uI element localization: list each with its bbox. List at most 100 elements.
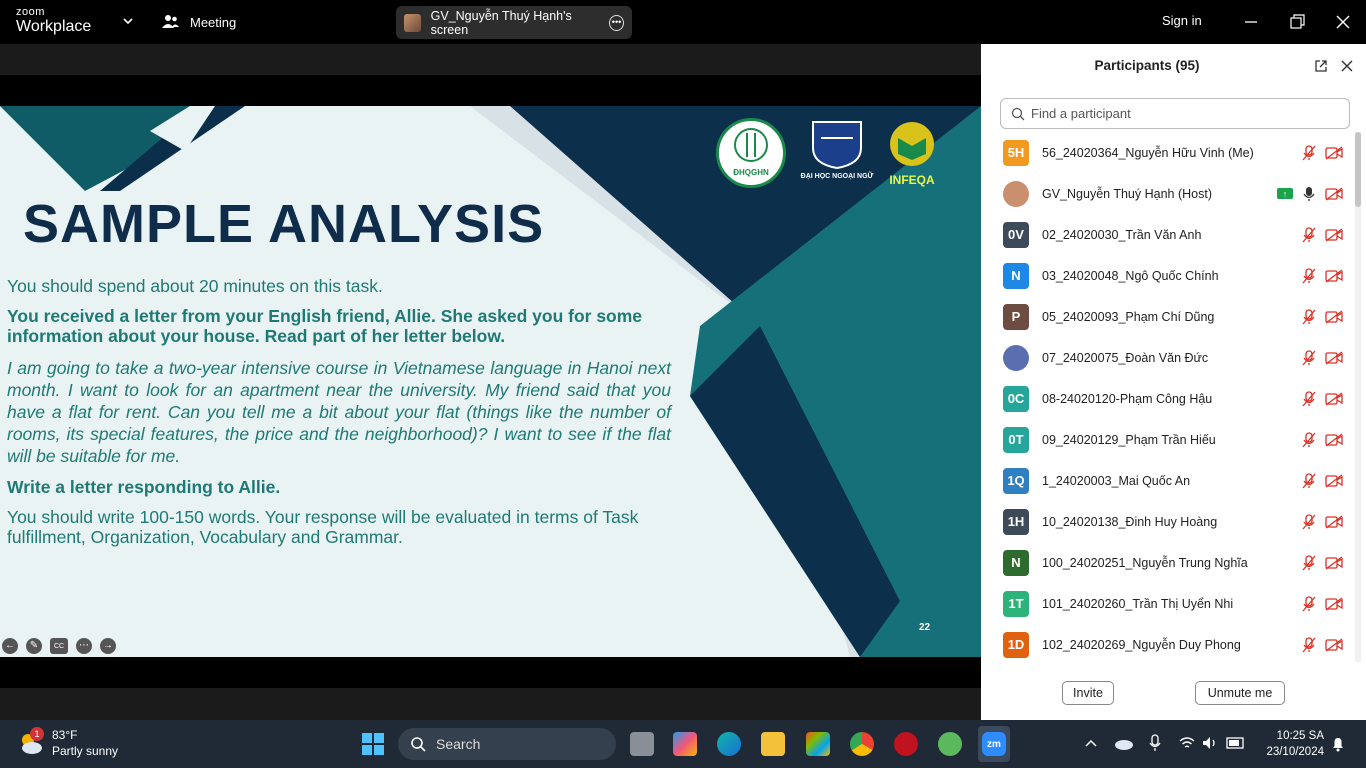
infeqa-logo-text: INFEQA	[889, 173, 935, 187]
participant-name: 02_24020030_Trần Văn Anh	[1042, 227, 1202, 242]
next-slide-icon[interactable]: →	[100, 638, 116, 654]
participant-avatar: 1Q	[1003, 467, 1029, 494]
taskbar-search[interactable]: Search	[398, 728, 616, 760]
invite-button[interactable]: Invite	[1062, 681, 1114, 705]
notification-bell-icon[interactable]	[1331, 736, 1345, 752]
meeting-menu[interactable]: Meeting	[162, 12, 236, 32]
participant-row[interactable]: P 05_24020093_Phạm Chí Dũng	[981, 296, 1353, 337]
microphone-muted-icon	[1302, 636, 1316, 653]
video-off-icon	[1325, 637, 1343, 652]
microphone-muted-icon	[1302, 513, 1316, 530]
security-app-icon[interactable]	[894, 732, 918, 756]
participant-row[interactable]: 1Q 1_24020003_Mai Quốc An	[981, 460, 1353, 501]
participant-name: 03_24020048_Ngô Quốc Chính	[1042, 268, 1219, 283]
screen-sharing-icon: ↑	[1277, 188, 1293, 199]
close-panel-icon[interactable]	[1339, 58, 1355, 74]
scrollbar-thumb[interactable]	[1355, 132, 1361, 207]
ulis-logo: ĐẠI HỌC NGOẠI NGỮ	[800, 118, 874, 190]
participant-row[interactable]: GV_Nguyễn Thuý Hạnh (Host) ↑	[981, 173, 1353, 214]
onedrive-icon[interactable]	[1114, 736, 1134, 750]
chrome-icon[interactable]	[850, 732, 874, 756]
participant-search-input[interactable]: Find a participant	[1000, 98, 1350, 129]
participant-avatar: 0T	[1003, 426, 1029, 453]
infeqa-book-icon	[890, 122, 934, 166]
screen-share-pill[interactable]: GV_Nguyễn Thuý Hạnh's screen •••	[396, 6, 632, 39]
wifi-icon[interactable]	[1179, 736, 1195, 750]
participant-name: 102_24020269_Nguyễn Duy Phong	[1042, 637, 1241, 652]
zoom-taskbar-button[interactable]: zm	[978, 726, 1010, 762]
participant-avatar: 1H	[1003, 508, 1029, 535]
copilot-icon[interactable]	[673, 732, 697, 756]
battery-icon[interactable]	[1226, 736, 1246, 750]
microphone-icon[interactable]	[1149, 734, 1161, 752]
people-icon	[162, 15, 179, 28]
vnu-emblem-icon	[734, 128, 768, 162]
word-count-instruction: You should write 100-150 words. Your res…	[7, 507, 639, 547]
close-window-icon[interactable]	[1331, 10, 1355, 34]
participants-title: Participants (95)	[1094, 58, 1200, 73]
clock-date: 23/10/2024	[1266, 746, 1324, 758]
weather-widget[interactable]: 1 83°F Partly sunny	[18, 727, 118, 759]
zoom-workplace-logo[interactable]: zoom Workplace	[16, 7, 91, 35]
system-clock[interactable]: 10:25 SA 23/10/2024	[1258, 728, 1324, 760]
search-icon	[411, 737, 426, 752]
sign-in-link[interactable]: Sign in	[1162, 13, 1202, 28]
chevron-down-icon[interactable]	[121, 14, 135, 28]
shared-screen-area: SAMPLE ANALYSIS You should spend about 2…	[0, 44, 981, 720]
speaker-icon[interactable]	[1202, 736, 1218, 750]
participant-row[interactable]: 07_24020075_Đoàn Văn Đức	[981, 337, 1353, 378]
participant-row[interactable]: 0V 02_24020030_Trần Văn Anh	[981, 214, 1353, 255]
video-off-icon	[1325, 350, 1343, 365]
video-off-icon	[1325, 596, 1343, 611]
video-off-icon	[1325, 145, 1343, 160]
participant-name: 09_24020129_Phạm Trần Hiếu	[1042, 432, 1216, 447]
microphone-muted-icon	[1302, 390, 1316, 407]
participant-name: 56_24020364_Nguyễn Hữu Vinh (Me)	[1042, 145, 1254, 160]
participant-row[interactable]: 1T 101_24020260_Trần Thị Uyển Nhi	[981, 583, 1353, 624]
search-icon	[1011, 107, 1025, 120]
minimize-icon[interactable]	[1239, 10, 1263, 34]
more-options-icon[interactable]: •••	[609, 14, 624, 31]
file-explorer-icon[interactable]	[761, 732, 785, 756]
participant-row[interactable]: 0C 08-24020120-Phạm Công Hậu	[981, 378, 1353, 419]
participant-avatar: 5H	[1003, 139, 1029, 166]
logo-zoom-text: zoom	[16, 6, 45, 18]
participant-avatar	[1003, 180, 1029, 207]
title-bar: zoom Workplace Meeting GV_Nguyễn Thuý Hạ…	[0, 0, 1366, 44]
microphone-muted-icon	[1302, 144, 1316, 161]
participant-avatar: N	[1003, 549, 1029, 576]
presenter-avatar	[404, 13, 421, 32]
edge-icon[interactable]	[717, 732, 741, 756]
more-icon[interactable]: ⋯	[76, 638, 92, 654]
participant-avatar	[1003, 344, 1029, 371]
app-icon[interactable]	[938, 732, 962, 756]
previous-slide-icon[interactable]: ←	[2, 638, 18, 654]
participant-row[interactable]: 1H 10_24020138_Đinh Huy Hoàng	[981, 501, 1353, 542]
captions-icon[interactable]: CC	[50, 638, 68, 654]
slide-controls: ← ✎ CC ⋯ →	[2, 638, 116, 654]
ulis-shield-icon	[812, 121, 862, 170]
participant-row[interactable]: N 03_24020048_Ngô Quốc Chính	[981, 255, 1353, 296]
participant-row[interactable]: 0T 09_24020129_Phạm Trần Hiếu	[981, 419, 1353, 460]
microphone-muted-icon	[1302, 554, 1316, 571]
pop-out-icon[interactable]	[1313, 58, 1329, 74]
participant-name: 07_24020075_Đoàn Văn Đức	[1042, 350, 1209, 365]
chevron-up-icon[interactable]	[1084, 736, 1098, 750]
windows-start-icon[interactable]	[361, 732, 385, 756]
participant-avatar: 1D	[1003, 631, 1029, 658]
unmute-me-button[interactable]: Unmute me	[1195, 681, 1285, 705]
participant-row[interactable]: N 100_24020251_Nguyễn Trung Nghĩa	[981, 542, 1353, 583]
restore-icon[interactable]	[1285, 10, 1309, 34]
participants-panel: Participants (95) Find a participant 5H 5…	[981, 44, 1366, 720]
participant-list-scrollbar[interactable]	[1355, 132, 1361, 662]
participant-name: GV_Nguyễn Thuý Hạnh (Host)	[1042, 186, 1212, 201]
participant-row[interactable]: 5H 56_24020364_Nguyễn Hữu Vinh (Me)	[981, 132, 1353, 173]
slide-page-number: 22	[919, 622, 931, 633]
task-view-icon[interactable]	[630, 732, 654, 756]
weather-icon: 1	[18, 727, 44, 756]
participant-row[interactable]: 1D 102_24020269_Nguyễn Duy Phong	[981, 624, 1353, 662]
pen-icon[interactable]: ✎	[26, 638, 42, 654]
microsoft-store-icon[interactable]	[806, 732, 830, 756]
microphone-muted-icon	[1302, 226, 1316, 243]
video-off-icon	[1325, 186, 1343, 201]
